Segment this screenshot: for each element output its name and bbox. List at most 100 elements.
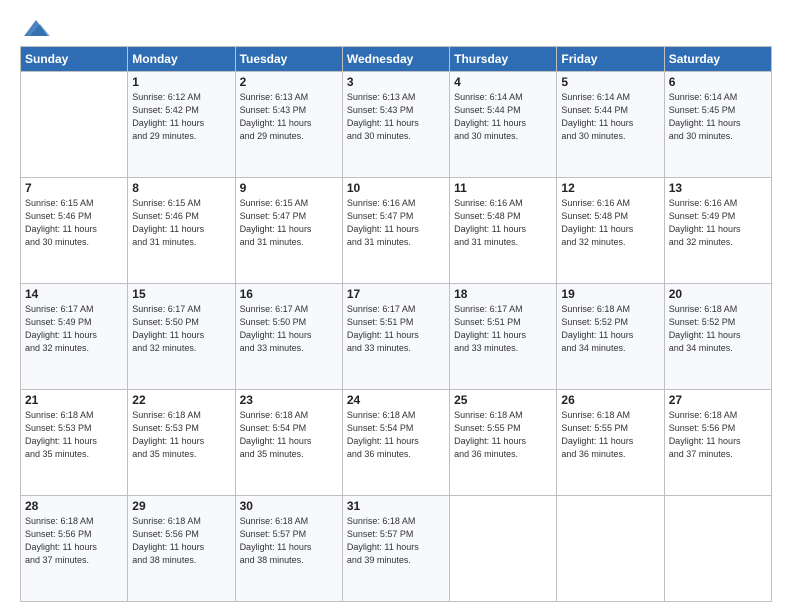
day-number: 18 — [454, 287, 552, 301]
calendar-week-row: 21 Sunrise: 6:18 AM Sunset: 5:53 PM Dayli… — [21, 390, 772, 496]
day-number: 10 — [347, 181, 445, 195]
day-number: 29 — [132, 499, 230, 513]
calendar-table: SundayMondayTuesdayWednesdayThursdayFrid… — [20, 46, 772, 602]
day-info: Sunrise: 6:16 AM Sunset: 5:48 PM Dayligh… — [561, 197, 659, 249]
day-info: Sunrise: 6:18 AM Sunset: 5:54 PM Dayligh… — [347, 409, 445, 461]
calendar-week-row: 7 Sunrise: 6:15 AM Sunset: 5:46 PM Daylig… — [21, 178, 772, 284]
day-info: Sunrise: 6:15 AM Sunset: 5:47 PM Dayligh… — [240, 197, 338, 249]
day-number: 6 — [669, 75, 767, 89]
day-info: Sunrise: 6:18 AM Sunset: 5:57 PM Dayligh… — [347, 515, 445, 567]
day-number: 24 — [347, 393, 445, 407]
calendar-cell — [664, 496, 771, 602]
calendar-week-row: 28 Sunrise: 6:18 AM Sunset: 5:56 PM Dayli… — [21, 496, 772, 602]
logo — [20, 18, 50, 36]
day-number: 14 — [25, 287, 123, 301]
day-number: 19 — [561, 287, 659, 301]
weekday-header-thursday: Thursday — [450, 47, 557, 72]
day-info: Sunrise: 6:14 AM Sunset: 5:44 PM Dayligh… — [454, 91, 552, 143]
day-info: Sunrise: 6:16 AM Sunset: 5:47 PM Dayligh… — [347, 197, 445, 249]
day-info: Sunrise: 6:18 AM Sunset: 5:56 PM Dayligh… — [25, 515, 123, 567]
calendar-cell: 23 Sunrise: 6:18 AM Sunset: 5:54 PM Dayli… — [235, 390, 342, 496]
day-info: Sunrise: 6:16 AM Sunset: 5:49 PM Dayligh… — [669, 197, 767, 249]
day-number: 31 — [347, 499, 445, 513]
calendar-header-row: SundayMondayTuesdayWednesdayThursdayFrid… — [21, 47, 772, 72]
day-info: Sunrise: 6:18 AM Sunset: 5:57 PM Dayligh… — [240, 515, 338, 567]
calendar-cell: 19 Sunrise: 6:18 AM Sunset: 5:52 PM Dayli… — [557, 284, 664, 390]
calendar-cell: 31 Sunrise: 6:18 AM Sunset: 5:57 PM Dayli… — [342, 496, 449, 602]
weekday-header-tuesday: Tuesday — [235, 47, 342, 72]
day-info: Sunrise: 6:14 AM Sunset: 5:44 PM Dayligh… — [561, 91, 659, 143]
day-number: 7 — [25, 181, 123, 195]
day-number: 4 — [454, 75, 552, 89]
day-number: 25 — [454, 393, 552, 407]
day-number: 22 — [132, 393, 230, 407]
day-number: 11 — [454, 181, 552, 195]
page: SundayMondayTuesdayWednesdayThursdayFrid… — [0, 0, 792, 612]
calendar-cell: 22 Sunrise: 6:18 AM Sunset: 5:53 PM Dayli… — [128, 390, 235, 496]
day-info: Sunrise: 6:13 AM Sunset: 5:43 PM Dayligh… — [240, 91, 338, 143]
day-number: 12 — [561, 181, 659, 195]
day-number: 26 — [561, 393, 659, 407]
calendar-cell: 11Sunrise: 6:16 AM Sunset: 5:48 PM Dayli… — [450, 178, 557, 284]
calendar-cell: 25 Sunrise: 6:18 AM Sunset: 5:55 PM Dayli… — [450, 390, 557, 496]
calendar-cell: 16Sunrise: 6:17 AM Sunset: 5:50 PM Dayli… — [235, 284, 342, 390]
day-info: Sunrise: 6:14 AM Sunset: 5:45 PM Dayligh… — [669, 91, 767, 143]
day-info: Sunrise: 6:18 AM Sunset: 5:52 PM Dayligh… — [561, 303, 659, 355]
day-info: Sunrise: 6:18 AM Sunset: 5:55 PM Dayligh… — [454, 409, 552, 461]
calendar-cell: 7Sunrise: 6:15 AM Sunset: 5:46 PM Daylig… — [21, 178, 128, 284]
calendar-cell: 12 Sunrise: 6:16 AM Sunset: 5:48 PM Dayli… — [557, 178, 664, 284]
day-info: Sunrise: 6:18 AM Sunset: 5:53 PM Dayligh… — [25, 409, 123, 461]
calendar-cell — [21, 72, 128, 178]
calendar-cell: 29 Sunrise: 6:18 AM Sunset: 5:56 PM Dayli… — [128, 496, 235, 602]
calendar-cell: 5 Sunrise: 6:14 AM Sunset: 5:44 PM Daylig… — [557, 72, 664, 178]
day-info: Sunrise: 6:12 AM Sunset: 5:42 PM Dayligh… — [132, 91, 230, 143]
header — [20, 18, 772, 36]
day-info: Sunrise: 6:18 AM Sunset: 5:53 PM Dayligh… — [132, 409, 230, 461]
calendar-cell: 8 Sunrise: 6:15 AM Sunset: 5:46 PM Daylig… — [128, 178, 235, 284]
calendar-cell: 4 Sunrise: 6:14 AM Sunset: 5:44 PM Daylig… — [450, 72, 557, 178]
calendar-week-row: 1 Sunrise: 6:12 AM Sunset: 5:42 PM Daylig… — [21, 72, 772, 178]
day-number: 9 — [240, 181, 338, 195]
day-info: Sunrise: 6:17 AM Sunset: 5:51 PM Dayligh… — [347, 303, 445, 355]
logo-icon — [22, 18, 50, 40]
day-number: 30 — [240, 499, 338, 513]
day-info: Sunrise: 6:18 AM Sunset: 5:52 PM Dayligh… — [669, 303, 767, 355]
day-number: 1 — [132, 75, 230, 89]
day-number: 2 — [240, 75, 338, 89]
calendar-cell: 30 Sunrise: 6:18 AM Sunset: 5:57 PM Dayli… — [235, 496, 342, 602]
day-info: Sunrise: 6:18 AM Sunset: 5:54 PM Dayligh… — [240, 409, 338, 461]
weekday-header-monday: Monday — [128, 47, 235, 72]
day-info: Sunrise: 6:17 AM Sunset: 5:49 PM Dayligh… — [25, 303, 123, 355]
weekday-header-sunday: Sunday — [21, 47, 128, 72]
weekday-header-saturday: Saturday — [664, 47, 771, 72]
day-info: Sunrise: 6:17 AM Sunset: 5:50 PM Dayligh… — [132, 303, 230, 355]
day-info: Sunrise: 6:18 AM Sunset: 5:56 PM Dayligh… — [132, 515, 230, 567]
calendar-cell: 17 Sunrise: 6:17 AM Sunset: 5:51 PM Dayli… — [342, 284, 449, 390]
day-number: 8 — [132, 181, 230, 195]
day-info: Sunrise: 6:18 AM Sunset: 5:56 PM Dayligh… — [669, 409, 767, 461]
calendar-cell: 20 Sunrise: 6:18 AM Sunset: 5:52 PM Dayli… — [664, 284, 771, 390]
calendar-cell: 3 Sunrise: 6:13 AM Sunset: 5:43 PM Daylig… — [342, 72, 449, 178]
day-info: Sunrise: 6:15 AM Sunset: 5:46 PM Dayligh… — [132, 197, 230, 249]
day-info: Sunrise: 6:17 AM Sunset: 5:51 PM Dayligh… — [454, 303, 552, 355]
calendar-cell: 9 Sunrise: 6:15 AM Sunset: 5:47 PM Daylig… — [235, 178, 342, 284]
calendar-cell: 13 Sunrise: 6:16 AM Sunset: 5:49 PM Dayli… — [664, 178, 771, 284]
day-number: 13 — [669, 181, 767, 195]
calendar-cell: 18 Sunrise: 6:17 AM Sunset: 5:51 PM Dayli… — [450, 284, 557, 390]
day-number: 17 — [347, 287, 445, 301]
calendar-cell: 21 Sunrise: 6:18 AM Sunset: 5:53 PM Dayli… — [21, 390, 128, 496]
weekday-header-friday: Friday — [557, 47, 664, 72]
day-number: 15 — [132, 287, 230, 301]
day-number: 28 — [25, 499, 123, 513]
day-number: 16 — [240, 287, 338, 301]
day-number: 21 — [25, 393, 123, 407]
day-info: Sunrise: 6:13 AM Sunset: 5:43 PM Dayligh… — [347, 91, 445, 143]
calendar-week-row: 14 Sunrise: 6:17 AM Sunset: 5:49 PM Dayli… — [21, 284, 772, 390]
day-number: 3 — [347, 75, 445, 89]
weekday-header-wednesday: Wednesday — [342, 47, 449, 72]
day-number: 5 — [561, 75, 659, 89]
day-number: 20 — [669, 287, 767, 301]
day-number: 23 — [240, 393, 338, 407]
calendar-cell: 27Sunrise: 6:18 AM Sunset: 5:56 PM Dayli… — [664, 390, 771, 496]
calendar-cell — [450, 496, 557, 602]
